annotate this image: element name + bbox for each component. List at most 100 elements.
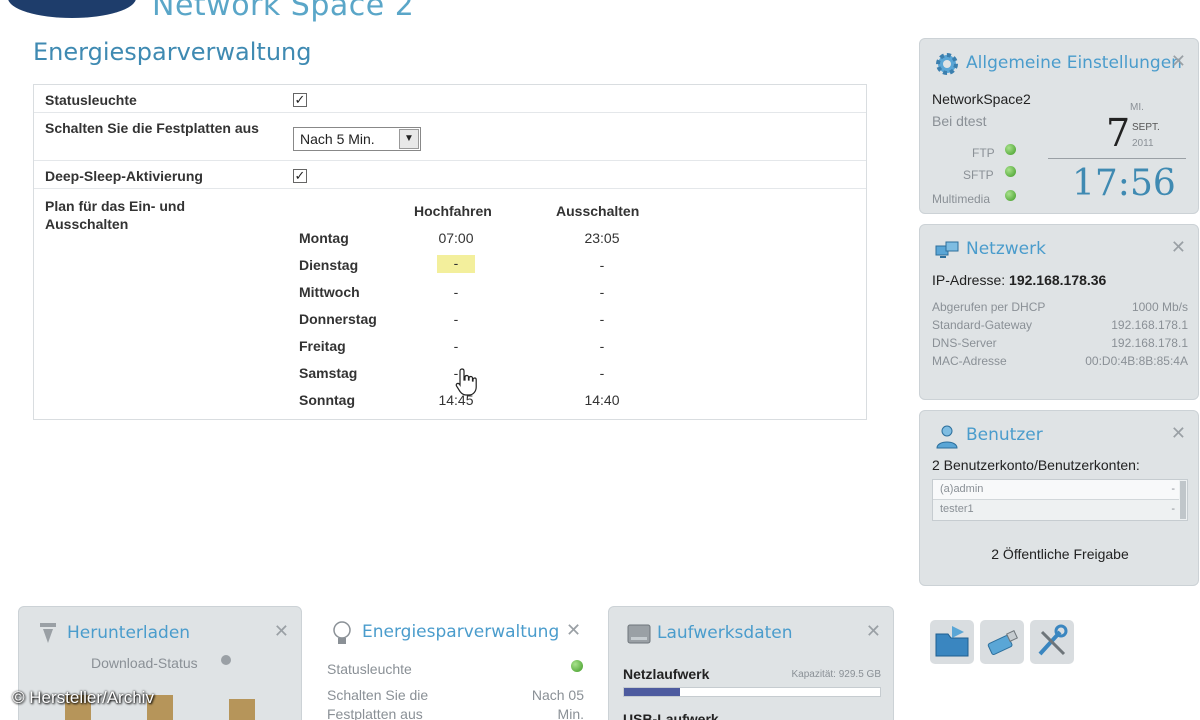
usb-button[interactable] [980, 620, 1024, 664]
panel-title: Allgemeine Einstellungen [966, 53, 1182, 73]
shutdown-time[interactable]: - [562, 284, 642, 300]
net-drive-capacity: Kapazität: 929.5 GB [791, 669, 881, 680]
device-name: NetworkSpace2 [932, 91, 1031, 107]
network-row-value: 00:D0:4B:8B:85:4A [1085, 354, 1188, 368]
ip-address-line: IP-Adresse: 192.168.178.36 [932, 272, 1106, 288]
list-item[interactable]: (a)admin - [933, 480, 1179, 500]
deep-sleep-label: Deep-Sleep-Aktivierung [45, 168, 203, 184]
date-month: SEPT. [1132, 122, 1160, 133]
usb-icon [987, 630, 1018, 656]
user-icon [936, 425, 958, 449]
date-year: 2011 [1132, 138, 1154, 149]
user-name: tester1 [940, 503, 974, 515]
net-drive-usage-bar [623, 687, 881, 697]
deep-sleep-row: Deep-Sleep-Aktivierung ✓ [34, 161, 866, 189]
folder-share-button[interactable] [930, 620, 974, 664]
service-label: Multimedia [932, 192, 991, 206]
net-drive-label: Netzlaufwerk [623, 666, 710, 682]
tools-button[interactable] [1030, 620, 1074, 664]
scrollbar[interactable] [1180, 481, 1186, 519]
day-label: Dienstag [299, 257, 359, 273]
panel-title: Netzwerk [966, 239, 1046, 259]
panel-title: Energiesparverwaltung [362, 622, 560, 642]
disk-off-value: Min. [557, 706, 584, 720]
shutdown-time[interactable]: - [562, 311, 642, 327]
close-icon[interactable]: ✕ [1171, 51, 1186, 72]
network-row-value: 1000 Mb/s [1131, 300, 1188, 314]
startup-time[interactable]: - [416, 284, 496, 300]
status-led-label: Statusleuchte [45, 92, 137, 108]
shutdown-time[interactable]: - [562, 338, 642, 354]
clock-time: 17:56 [1072, 163, 1176, 204]
gear-icon [936, 53, 958, 75]
status-dot-icon [1005, 166, 1016, 177]
accounts-label: 2 Benutzerkonto/Benutzerkonten: [932, 457, 1140, 473]
status-led-row: Statusleuchte ✓ [34, 85, 866, 113]
close-icon[interactable]: ✕ [566, 620, 581, 641]
lightbulb-icon [333, 621, 351, 644]
shutdown-time[interactable]: - [562, 257, 642, 273]
workgroup: Bei dtest [932, 113, 987, 129]
net-drive-usage-fill [624, 688, 681, 696]
service-label: SFTP [963, 168, 994, 182]
clock-divider [1048, 158, 1186, 159]
list-item[interactable]: tester1 - [933, 500, 1179, 520]
user-name: (a)admin [940, 483, 984, 495]
shutdown-time[interactable]: 14:40 [562, 392, 642, 408]
shutdown-time[interactable]: 23:05 [562, 230, 642, 246]
chevron-down-icon[interactable]: ▼ [399, 129, 419, 149]
status-dot-icon [571, 660, 583, 672]
shutdown-time[interactable]: - [562, 365, 642, 381]
usb-drive-label: USB-Laufwerk [623, 711, 719, 720]
user-suffix: - [1171, 503, 1175, 515]
download-icon [40, 623, 56, 643]
disk-off-value: Nach 5 Min. [300, 131, 375, 147]
day-label: Freitag [299, 338, 346, 354]
day-label: Sonntag [299, 392, 355, 408]
network-row-label: DNS-Server [932, 336, 997, 350]
startup-time[interactable]: - [437, 255, 475, 273]
status-led-label: Statusleuchte [327, 661, 412, 677]
close-icon[interactable]: ✕ [274, 621, 289, 642]
startup-time[interactable]: - [416, 311, 496, 327]
day-label: Donnerstag [299, 311, 377, 327]
status-led-checkbox[interactable]: ✓ [293, 93, 307, 107]
shutdown-column-header: Ausschalten [556, 203, 640, 219]
download-status: Download-Status [91, 655, 198, 671]
close-icon[interactable]: ✕ [1171, 237, 1186, 258]
network-panel: Netzwerk ✕ IP-Adresse: 192.168.178.36 Ab… [919, 224, 1199, 400]
network-row-label: Standard-Gateway [932, 318, 1033, 332]
box-icon [229, 699, 255, 720]
disk-off-label: Schalten Sie die [327, 687, 429, 703]
general-settings-panel: Allgemeine Einstellungen ✕ NetworkSpace2… [919, 38, 1199, 214]
startup-time[interactable]: 07:00 [416, 230, 496, 246]
drive-data-panel: Laufwerksdaten ✕ Netzlaufwerk Kapazität:… [608, 606, 894, 720]
lacie-logo [8, 0, 136, 18]
tools-icon [1038, 624, 1068, 656]
status-dot-icon [221, 655, 231, 665]
close-icon[interactable]: ✕ [1171, 423, 1186, 444]
day-label: Montag [299, 230, 349, 246]
energy-tab-panel: Energiesparverwaltung ✕ Statusleuchte Sc… [312, 602, 600, 720]
date-day: 7 [1106, 111, 1131, 155]
disk-off-row: Schalten Sie die Festplatten aus Nach 5 … [34, 113, 866, 161]
day-label: Mittwoch [299, 284, 360, 300]
panel-title: Laufwerksdaten [657, 623, 793, 643]
disk-off-select[interactable]: Nach 5 Min. ▼ [293, 127, 421, 151]
deep-sleep-checkbox[interactable]: ✓ [293, 169, 307, 183]
user-suffix: - [1171, 483, 1175, 495]
page-title: Energiesparverwaltung [33, 38, 312, 66]
close-icon[interactable]: ✕ [866, 621, 881, 642]
copyright-label: © Hersteller/Archiv [12, 688, 154, 707]
startup-time[interactable]: - [416, 338, 496, 354]
disk-off-value: Nach 05 [531, 687, 584, 703]
ip-label: IP-Adresse: [932, 272, 1006, 288]
users-panel: Benutzer ✕ 2 Benutzerkonto/Benutzerkonte… [919, 410, 1199, 586]
shares-label[interactable]: 2 Öffentliche Freigabe [920, 546, 1200, 562]
product-name: Network Space 2 [152, 0, 415, 23]
network-icon [935, 241, 959, 258]
status-dot-icon [1005, 144, 1016, 155]
network-row-label: MAC-Adresse [932, 354, 1007, 368]
user-list: (a)admin - tester1 - [932, 479, 1188, 521]
panel-title: Benutzer [966, 425, 1043, 445]
